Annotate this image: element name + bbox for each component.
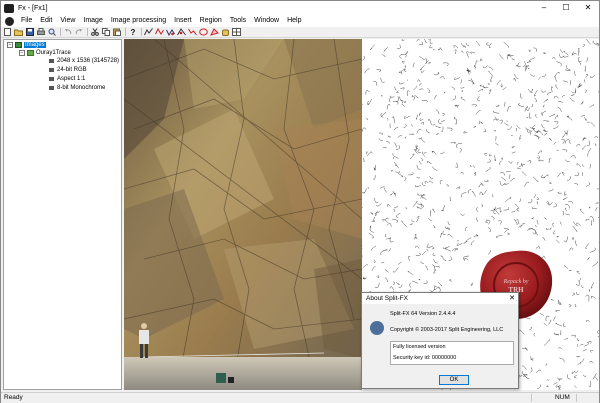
menu-insert[interactable]: Insert (170, 15, 196, 27)
collapse-toggle[interactable]: − (19, 49, 25, 56)
copy-icon[interactable] (101, 28, 110, 36)
window-title: Fx - [Fx1] (18, 4, 48, 12)
image-file-icon (27, 49, 34, 56)
tree-prop-aspect: Aspect 1:1 (48, 74, 85, 83)
rose-icon[interactable] (199, 28, 208, 36)
security-key: Security key id: 00000000 (393, 355, 457, 361)
about-version: Split-FX 64 Version 2.4.4.4 (390, 311, 455, 317)
paste-icon[interactable] (112, 28, 121, 36)
menu-image[interactable]: Image (79, 15, 106, 27)
property-icon (49, 85, 54, 90)
split-fx-logo-icon (370, 321, 384, 335)
save-icon[interactable] (25, 28, 34, 36)
stats-icon[interactable] (188, 28, 197, 36)
about-title: About Split-FX (362, 293, 518, 304)
seal-line-1: Repack by (503, 279, 529, 285)
redo-icon[interactable] (74, 28, 83, 36)
hand-icon[interactable] (221, 28, 230, 36)
tree-root-label[interactable]: Images (24, 41, 46, 48)
trace-black-icon[interactable] (177, 28, 186, 36)
license-info-box: Fully licensed version Security key id: … (390, 341, 514, 365)
window-controls: – ☐ ✕ (533, 1, 599, 15)
tree-prop-label: Aspect 1:1 (57, 75, 86, 82)
title-bar: Fx - [Fx1] – ☐ ✕ (1, 1, 599, 15)
property-icon (49, 76, 54, 81)
status-pane (531, 394, 553, 402)
status-num-lock: NUM (555, 394, 570, 401)
status-pane (576, 394, 598, 402)
tree-prop-label: 2048 x 1536 (3145728) (57, 57, 120, 64)
menu-view[interactable]: View (56, 15, 79, 27)
tree-item-label[interactable]: Ouray1Trace (36, 50, 71, 56)
svg-text:?: ? (130, 28, 135, 36)
undo-icon[interactable] (63, 28, 72, 36)
menu-file[interactable]: File (17, 15, 36, 27)
tree-prop-mono: 8-bit Monochrome (48, 83, 105, 92)
trace-blue-icon[interactable] (166, 28, 175, 36)
menu-image-processing[interactable]: Image processing (107, 15, 170, 27)
about-copyright: Copyright © 2003-2017 Split Engineering,… (390, 327, 504, 333)
menu-tools[interactable]: Tools (226, 15, 250, 27)
tree-prop-label: 8-bit Monochrome (57, 84, 106, 91)
toolbar: ? (1, 27, 599, 38)
help-icon[interactable]: ? (128, 28, 137, 36)
toolbar-separator (141, 28, 142, 36)
images-folder-icon (15, 41, 22, 48)
trace-icon[interactable] (144, 28, 153, 36)
about-version-number: Version 2.4.4.4 (418, 311, 456, 317)
app-window: Fx - [Fx1] – ☐ ✕ File Edit View Image Im… (0, 0, 600, 403)
about-version-name: Split-FX 64 (390, 311, 418, 317)
image-tree-panel: − Images − Ouray1Trace 2048 x 1536 (3145… (3, 39, 122, 390)
about-dialog: About Split-FX ✕ Split-FX 64 Version 2.4… (361, 292, 519, 389)
app-icon (4, 3, 14, 13)
menu-edit[interactable]: Edit (36, 15, 56, 27)
rock-photo-image[interactable] (124, 39, 362, 390)
toolbar-separator (87, 28, 88, 36)
toolbar-separator (125, 28, 126, 36)
cut-icon[interactable] (90, 28, 99, 36)
status-bar: Ready NUM (1, 392, 599, 403)
tree-prop-depth: 24-bit RGB (48, 65, 87, 74)
trace-red-icon[interactable] (155, 28, 164, 36)
menu-region[interactable]: Region (196, 15, 226, 27)
status-text: Ready (4, 394, 23, 401)
menu-window[interactable]: Window (250, 15, 283, 27)
menu-bar: File Edit View Image Image processing In… (1, 15, 599, 27)
tree-prop-size: 2048 x 1536 (3145728) (48, 56, 119, 65)
preview-icon[interactable] (47, 28, 56, 36)
grid-icon[interactable] (232, 28, 241, 36)
close-icon[interactable]: ✕ (509, 293, 515, 304)
property-icon (49, 67, 54, 72)
print-icon[interactable] (36, 28, 45, 36)
close-button[interactable]: ✕ (577, 1, 599, 15)
rock-face-photo (124, 39, 362, 390)
license-status: Fully licensed version (393, 344, 446, 350)
menu-help[interactable]: Help (283, 15, 305, 27)
ok-button[interactable]: OK (439, 375, 469, 385)
toolbar-separator (60, 28, 61, 36)
new-file-icon[interactable] (3, 28, 12, 36)
maximize-button[interactable]: ☐ (555, 1, 577, 15)
tree-prop-label: 24-bit RGB (57, 66, 87, 73)
minimize-button[interactable]: – (533, 1, 555, 15)
property-icon (49, 58, 54, 63)
collapse-toggle[interactable]: − (7, 41, 13, 48)
region-icon[interactable] (210, 28, 219, 36)
open-folder-icon[interactable] (14, 28, 23, 36)
document-icon[interactable] (5, 16, 14, 26)
